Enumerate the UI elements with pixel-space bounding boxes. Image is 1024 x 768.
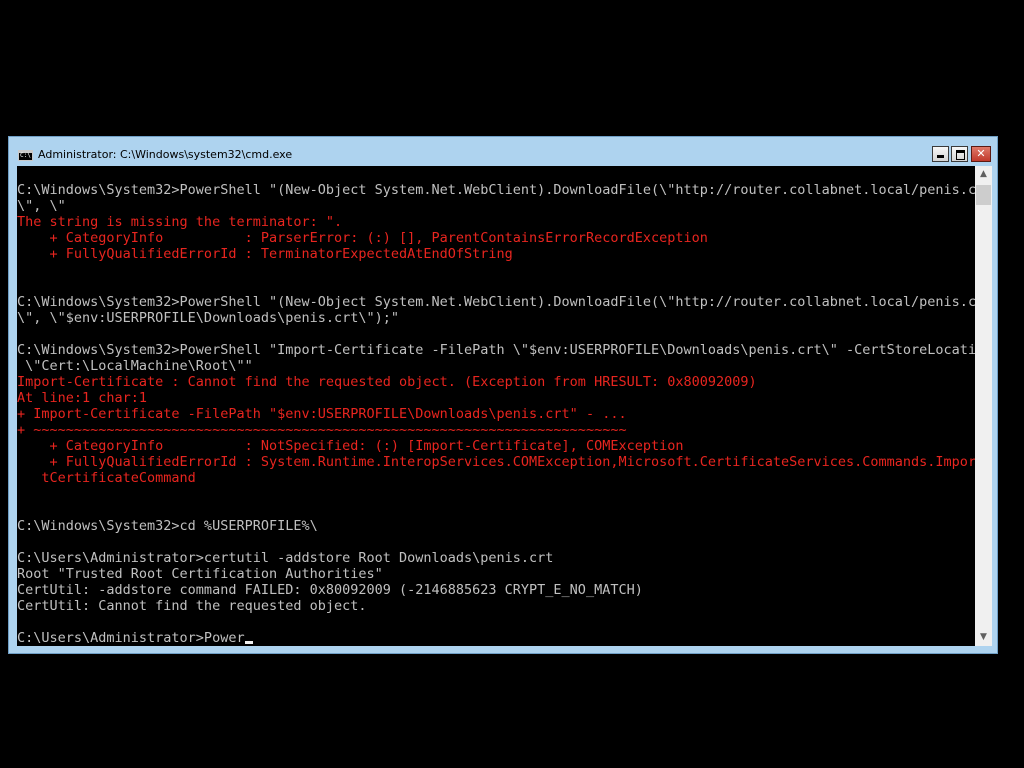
cmd-window: Administrator: C:\Windows\system32\cmd.e… (8, 136, 998, 654)
text-cursor (244, 641, 253, 644)
scroll-down-arrow-icon[interactable]: ▼ (975, 629, 992, 646)
console-error-line: Import-Certificate : Cannot find the req… (17, 374, 757, 390)
console-prompt-line[interactable]: C:\Users\Administrator>Power (17, 630, 253, 646)
console-line: \", \"$env:USERPROFILE\Downloads\penis.c… (17, 310, 400, 326)
console-error-line: + CategoryInfo : NotSpecified: (:) [Impo… (17, 438, 684, 454)
minimize-button[interactable] (932, 146, 949, 162)
console-line: C:\Users\Administrator>certutil -addstor… (17, 550, 554, 566)
console-line: C:\Windows\System32>PowerShell "Import-C… (17, 342, 975, 358)
console-error-line: + FullyQualifiedErrorId : TerminatorExpe… (17, 246, 513, 262)
scroll-thumb[interactable] (976, 185, 991, 205)
console-error-line: + CategoryInfo : ParserError: (:) [], Pa… (17, 230, 708, 246)
console-line: Root "Trusted Root Certification Authori… (17, 566, 383, 582)
title-bar[interactable]: Administrator: C:\Windows\system32\cmd.e… (9, 137, 997, 167)
console-error-line: tCertificateCommand (17, 470, 196, 486)
console-line: C:\Windows\System32>PowerShell "(New-Obj… (17, 182, 975, 198)
console-line: CertUtil: -addstore command FAILED: 0x80… (17, 582, 643, 598)
console-error-line: + Import-Certificate -FilePath "$env:USE… (17, 406, 627, 422)
console-line: C:\Windows\System32>cd %USERPROFILE%\ (17, 518, 318, 534)
console-line: C:\Windows\System32>PowerShell "(New-Obj… (17, 294, 975, 310)
vertical-scrollbar[interactable]: ▲ ▼ (975, 166, 992, 646)
console-error-line: + ~~~~~~~~~~~~~~~~~~~~~~~~~~~~~~~~~~~~~~… (17, 422, 627, 438)
close-button[interactable] (971, 146, 991, 162)
console-line: \"Cert:\LocalMachine\Root\"" (17, 358, 253, 374)
console-line: \", \" (17, 198, 66, 214)
window-title: Administrator: C:\Windows\system32\cmd.e… (38, 148, 293, 161)
cmd-icon[interactable] (18, 150, 33, 161)
console-error-line: The string is missing the terminator: ". (17, 214, 343, 230)
console-error-line: + FullyQualifiedErrorId : System.Runtime… (17, 454, 976, 470)
console-error-line: At line:1 char:1 (17, 390, 148, 406)
console-line: CertUtil: Cannot find the requested obje… (17, 598, 367, 614)
console-prompt: C:\Users\Administrator>Power (17, 630, 245, 646)
console-output[interactable]: C:\Windows\System32>PowerShell "(New-Obj… (17, 166, 975, 646)
scroll-up-arrow-icon[interactable]: ▲ (975, 166, 992, 183)
maximize-button[interactable] (951, 146, 968, 162)
